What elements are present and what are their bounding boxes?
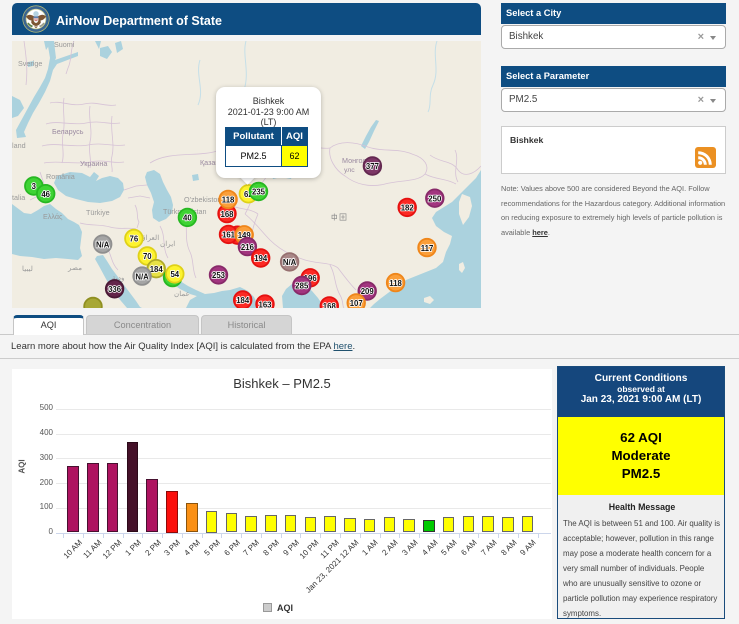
svg-text:Ελλάς: Ελλάς — [43, 212, 63, 221]
svg-text:161: 161 — [222, 231, 236, 240]
svg-text:250: 250 — [428, 194, 442, 203]
svg-text:O'zbekiston: O'zbekiston — [184, 195, 221, 204]
svg-text:117: 117 — [421, 244, 434, 253]
svg-text:N/A: N/A — [283, 258, 297, 267]
svg-text:Suomi: Suomi — [54, 41, 75, 49]
svg-text:3: 3 — [32, 182, 37, 191]
svg-text:ليبيا: ليبيا — [22, 264, 33, 273]
svg-text:194: 194 — [254, 254, 268, 263]
svg-text:عمان: عمان — [174, 289, 190, 298]
svg-text:163: 163 — [258, 300, 272, 308]
svg-text:ايران: ايران — [160, 239, 175, 248]
svg-text:land: land — [12, 141, 26, 150]
svg-text:118: 118 — [222, 196, 235, 205]
svg-text:184: 184 — [150, 265, 164, 274]
svg-text:118: 118 — [389, 279, 402, 288]
svg-text:Монгол: Монгол — [342, 156, 367, 165]
svg-text:مصر: مصر — [67, 263, 82, 272]
svg-text:54: 54 — [170, 270, 179, 279]
svg-text:285: 285 — [295, 282, 309, 291]
svg-text:216: 216 — [241, 243, 255, 252]
svg-text:Türkiye: Türkiye — [86, 208, 110, 217]
svg-text:76: 76 — [130, 235, 139, 244]
svg-text:40: 40 — [183, 214, 192, 223]
svg-text:168: 168 — [220, 210, 234, 219]
svg-text:Sverige: Sverige — [18, 59, 42, 68]
svg-text:184: 184 — [236, 296, 250, 305]
svg-text:253: 253 — [212, 271, 226, 280]
svg-text:Украина: Украина — [80, 159, 107, 168]
svg-text:N/A: N/A — [135, 272, 149, 281]
svg-text:46: 46 — [41, 190, 50, 199]
svg-text:168: 168 — [323, 302, 337, 308]
svg-text:70: 70 — [143, 252, 152, 261]
svg-text:107: 107 — [350, 299, 363, 308]
svg-text:182: 182 — [401, 204, 415, 213]
svg-text:336: 336 — [108, 285, 122, 294]
svg-text:улс: улс — [344, 167, 355, 174]
svg-text:Беларусь: Беларусь — [52, 127, 84, 136]
svg-text:România: România — [46, 172, 75, 181]
svg-text:377: 377 — [366, 162, 379, 171]
svg-text:N/A: N/A — [96, 240, 110, 249]
svg-text:talia: talia — [12, 193, 25, 202]
svg-text:235: 235 — [252, 188, 266, 197]
svg-text:209: 209 — [361, 287, 375, 296]
